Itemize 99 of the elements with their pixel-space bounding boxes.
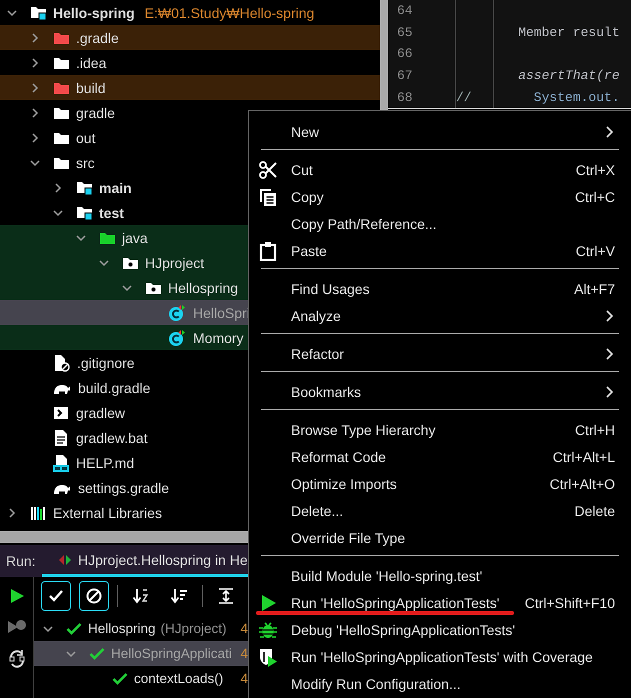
tree-item[interactable]: test xyxy=(99,204,124,220)
tree-item[interactable]: out xyxy=(76,130,96,146)
menu-item[interactable]: Override File Type xyxy=(249,524,631,551)
menu-item[interactable]: Delete... Delete xyxy=(249,497,631,524)
folder-icon xyxy=(99,230,115,244)
line-number: 67 xyxy=(396,68,414,84)
menu-item[interactable]: Run 'HelloSpringApplicationTests' with Coverage xyxy=(249,643,631,670)
shortcut-label: Ctrl+Shift+F10 xyxy=(524,594,615,610)
menu-item[interactable]: Modify Run Configuration... xyxy=(249,670,631,697)
tree-item[interactable]: .gitignore xyxy=(77,354,135,370)
menu-item[interactable]: Find Usages Alt+F7 xyxy=(249,275,631,302)
test-duration: 4 xyxy=(240,646,248,661)
test-module: (HJproject) xyxy=(160,621,227,636)
tree-item[interactable]: gradlew xyxy=(76,404,126,420)
tree-item[interactable]: build.gradle xyxy=(78,380,150,396)
panel-title: Run: xyxy=(5,552,37,571)
package-folder-icon xyxy=(122,256,138,270)
shortcut-label: Ctrl+C xyxy=(574,188,615,204)
test-class-icon xyxy=(168,304,186,322)
bug-icon xyxy=(258,620,278,640)
shortcut-label: Ctrl+X xyxy=(576,162,615,178)
menu-item[interactable]: Copy Path/Reference... xyxy=(249,210,631,237)
shortcut-label: Delete xyxy=(574,502,615,518)
cycle-icon[interactable] xyxy=(6,649,26,669)
tree-item[interactable]: HJproject xyxy=(145,254,204,270)
tree-item[interactable]: gradle xyxy=(76,104,115,120)
test-duration: 4 xyxy=(240,671,248,686)
tree-item[interactable]: Hellospring xyxy=(168,280,238,296)
project-path: E:₩01.Study₩Hello-spring xyxy=(144,4,314,20)
tree-item[interactable]: .idea xyxy=(76,54,106,70)
shortcut-label: Alt+F7 xyxy=(574,280,615,296)
library-icon xyxy=(30,504,46,520)
menu-item[interactable]: Refactor xyxy=(249,340,631,367)
menu-item[interactable]: Build Module 'Hello-spring.test' xyxy=(249,562,631,589)
menu-item[interactable]: Browse Type Hierarchy Ctrl+H xyxy=(249,416,631,443)
terminal-file-icon xyxy=(53,404,69,420)
menu-item[interactable]: Debug 'HelloSpringApplicationTests' xyxy=(249,616,631,643)
module-folder-icon xyxy=(30,5,46,20)
code-line: Member result xyxy=(517,24,620,40)
module-folder-icon xyxy=(76,180,92,195)
file-icon xyxy=(53,354,70,372)
run-config-icon xyxy=(58,552,72,566)
tree-item[interactable]: HelloSpri xyxy=(193,304,250,320)
menu-item[interactable]: Cut Ctrl+X xyxy=(249,156,631,183)
text-file-icon xyxy=(53,428,69,446)
tree-item[interactable]: src xyxy=(76,154,95,170)
clipboard-icon xyxy=(258,240,278,260)
toolbar-button[interactable] xyxy=(79,581,109,611)
tree-item[interactable]: Hello-spring xyxy=(53,4,135,20)
menu-item[interactable]: Copy Ctrl+C xyxy=(249,183,631,210)
test-name[interactable]: contextLoads() xyxy=(134,671,224,686)
line-number: 65 xyxy=(396,24,414,40)
folder-icon xyxy=(53,80,69,94)
shortcut-label: Ctrl+V xyxy=(576,242,615,258)
shortcut-label: Ctrl+Alt+L xyxy=(552,448,615,464)
stop-icon xyxy=(85,587,103,605)
test-duration: 4 xyxy=(240,621,248,636)
tree-item[interactable]: build xyxy=(76,80,106,96)
menu-item[interactable]: Optimize Imports Ctrl+Alt+O xyxy=(249,470,631,497)
folder-icon xyxy=(53,130,69,144)
comment-marker: // xyxy=(456,90,472,105)
menu-item[interactable]: Paste Ctrl+V xyxy=(249,237,631,264)
menu-item[interactable]: Reformat Code Ctrl+Alt+L xyxy=(249,443,631,470)
shortcut-label: Ctrl+Alt+O xyxy=(550,476,615,492)
tree-item[interactable]: .gradle xyxy=(76,30,119,46)
sort-icon xyxy=(170,587,188,605)
tree-item[interactable]: gradlew.bat xyxy=(76,430,148,446)
sort-icon xyxy=(132,587,150,605)
package-folder-icon xyxy=(145,280,161,294)
markdown-file-icon xyxy=(53,454,69,472)
expand-all-icon xyxy=(217,587,235,605)
menu-item[interactable]: New xyxy=(249,118,631,145)
code-line: System.out. xyxy=(532,90,620,105)
tree-item[interactable]: settings.gradle xyxy=(78,480,170,496)
copy-icon xyxy=(258,186,278,206)
test-name[interactable]: HelloSpringApplicati xyxy=(111,646,232,661)
shortcut-label: Ctrl+H xyxy=(574,422,615,438)
menu-item[interactable]: Run 'HelloSpringApplicationTests' Ctrl+Shift+F10 xyxy=(249,589,631,616)
line-number: 68 xyxy=(396,90,414,105)
line-number: 66 xyxy=(396,46,414,62)
module-folder-icon xyxy=(76,205,92,220)
scissors-icon xyxy=(258,160,278,180)
folder-icon xyxy=(53,30,69,44)
menu-item[interactable]: Bookmarks xyxy=(249,378,631,405)
tree-item[interactable]: java xyxy=(122,230,148,246)
menu-item[interactable]: Analyze xyxy=(249,302,631,329)
tree-item[interactable]: HELP.md xyxy=(76,454,134,470)
test-name[interactable]: Hellospring xyxy=(88,621,156,636)
folder-icon xyxy=(53,156,69,170)
folder-icon xyxy=(53,56,69,70)
line-number: 64 xyxy=(396,3,414,18)
toolbar-button[interactable] xyxy=(41,581,71,611)
tree-item[interactable]: External Libraries xyxy=(53,504,162,520)
coverage-icon xyxy=(258,646,278,666)
folder-icon xyxy=(53,106,69,120)
tree-item[interactable]: main xyxy=(99,180,132,196)
test-class-icon xyxy=(168,328,186,346)
code-line: assertThat(re xyxy=(517,68,620,84)
tree-item[interactable]: Momory xyxy=(193,330,244,346)
